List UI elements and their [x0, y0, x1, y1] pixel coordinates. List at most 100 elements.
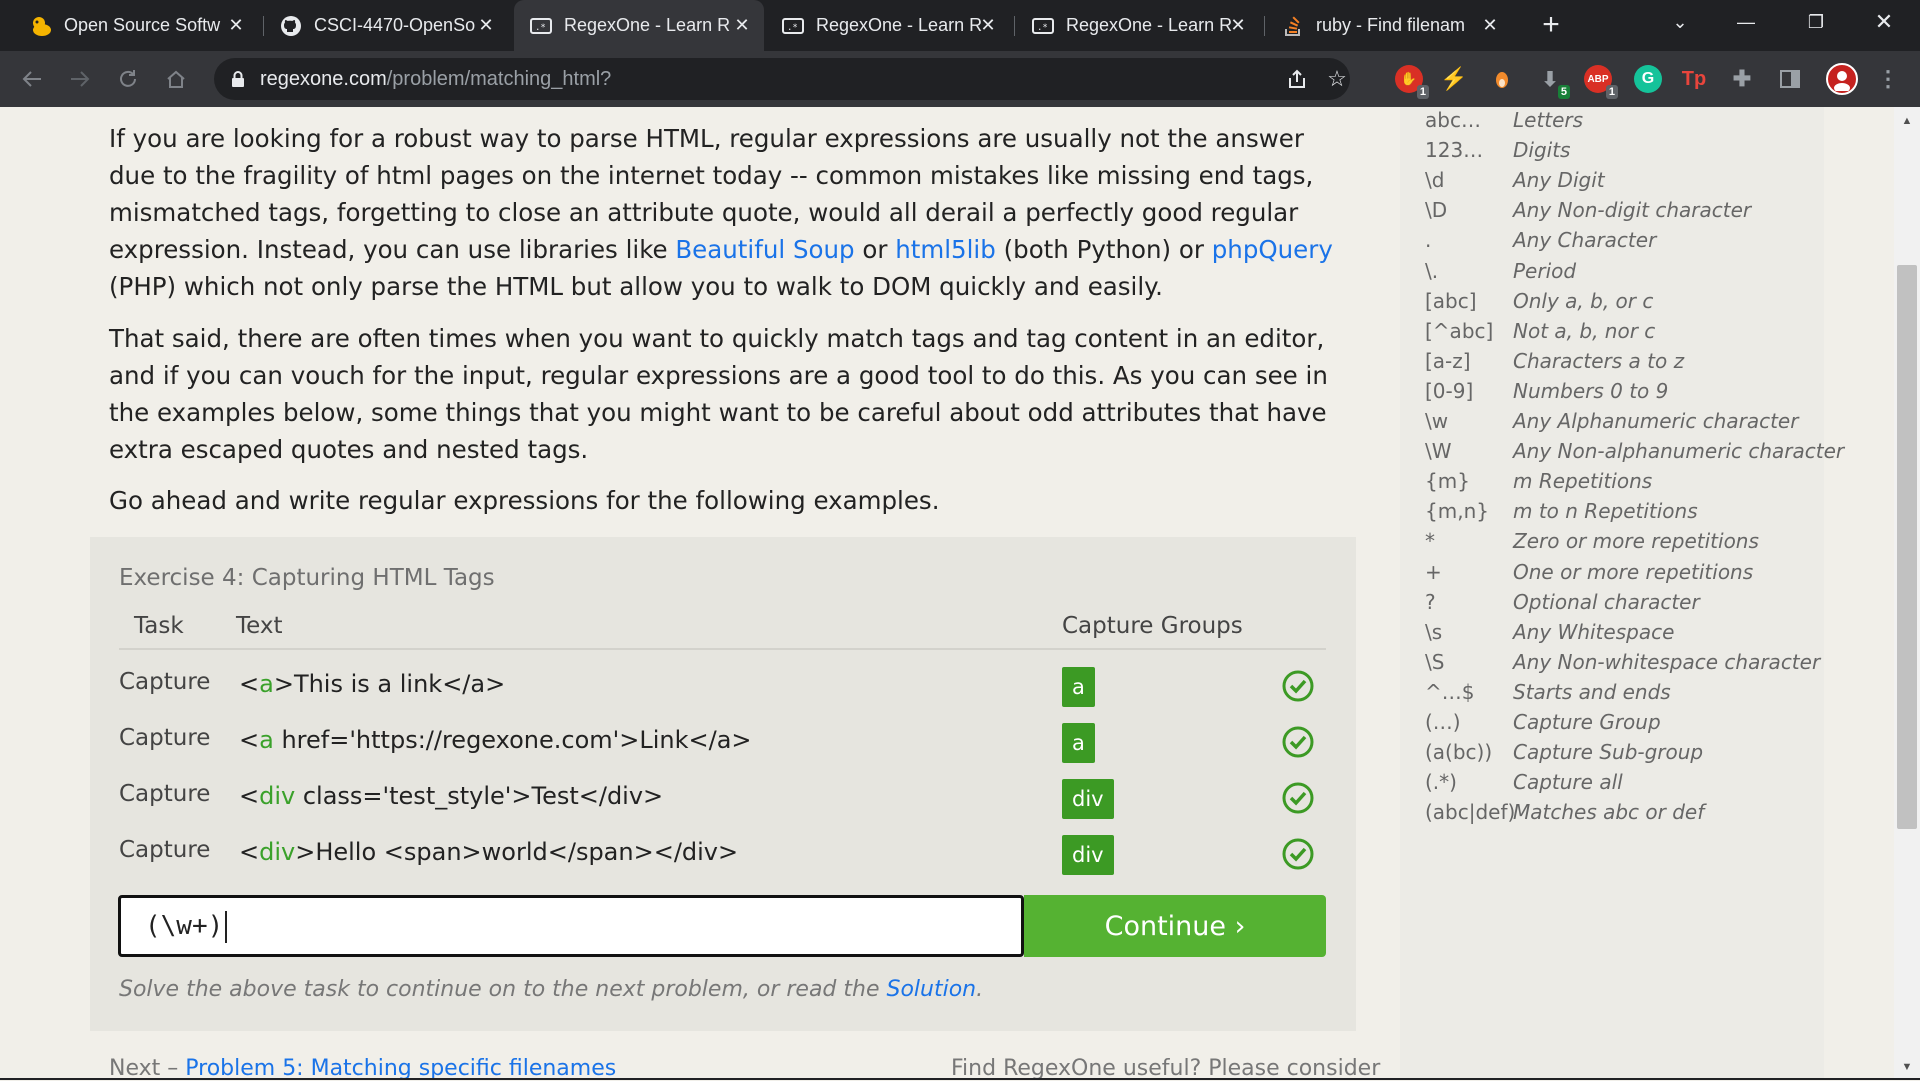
lock-icon[interactable]	[228, 69, 248, 89]
cheatsheet-symbol: ^…$	[1425, 679, 1475, 704]
svg-text:.*: .*	[1037, 23, 1048, 33]
reload-button[interactable]	[110, 61, 146, 97]
task-text: <a>This is a link</a>	[239, 670, 505, 698]
puzzle-extensions-icon[interactable]: ✚	[1728, 65, 1756, 93]
task-label: Capture	[119, 669, 211, 695]
cheatsheet-symbol: ?	[1425, 589, 1436, 614]
cheatsheet-symbol: \w	[1425, 409, 1449, 433]
github-icon	[280, 15, 302, 37]
html5lib-link[interactable]: html5lib	[895, 235, 996, 264]
restore-button[interactable]: ❐	[1786, 0, 1846, 44]
window-close-button[interactable]: ✕	[1854, 0, 1914, 44]
text-highlight: div	[259, 838, 296, 866]
cheatsheet-description: Starts and ends	[1513, 679, 1671, 704]
text-pre: <	[239, 670, 260, 698]
cheatsheet-description: Capture Sub-group	[1513, 740, 1704, 765]
forward-button[interactable]	[62, 61, 98, 97]
text-post: href='https://regexone.com'>Link</a>	[273, 726, 752, 754]
task-text: <a href='https://regexone.com'>Link</a>	[239, 726, 752, 754]
para-text: (PHP) which not only parse the HTML but …	[109, 272, 1163, 301]
address-bar[interactable]: regexone.com/problem/matching_html? ☆	[214, 58, 1350, 100]
capture-group-badge: div	[1062, 835, 1114, 875]
cheatsheet-symbol: [abc]	[1425, 288, 1477, 313]
share-icon[interactable]	[1284, 66, 1310, 92]
beautiful-soup-link[interactable]: Beautiful Soup	[675, 235, 854, 264]
para-text: or	[854, 235, 896, 264]
tab-title: Open Source Softw	[64, 15, 221, 35]
extension-badge: 1	[1605, 85, 1618, 99]
scrollbar-thumb[interactable]	[1897, 265, 1917, 829]
scroll-up-arrow-icon[interactable]: ▲	[1894, 110, 1920, 132]
text-highlight: div	[259, 782, 296, 810]
cheatsheet-description: Capture all	[1513, 770, 1623, 795]
shield-extension-icon[interactable]: ✋ 1	[1395, 65, 1429, 99]
tab-github[interactable]: CSCI-4470-OpenSo ✕	[264, 0, 508, 51]
tab-divider	[1014, 16, 1015, 36]
capture-group-badge: a	[1062, 667, 1095, 707]
phpquery-link[interactable]: phpQuery	[1212, 235, 1333, 264]
scroll-down-arrow-icon[interactable]: ▼	[1894, 1056, 1920, 1078]
close-icon[interactable]: ✕	[976, 13, 1000, 37]
tab-open-source[interactable]: Open Source Softw ✕	[14, 0, 258, 51]
cheatsheet-description: Zero or more repetitions	[1513, 529, 1759, 554]
new-tab-button[interactable]: +	[1534, 8, 1568, 42]
cheatsheet-symbol: +	[1425, 559, 1442, 584]
cheatsheet-symbol: \d	[1425, 168, 1445, 193]
sidepanel-icon[interactable]	[1776, 65, 1804, 93]
cheatsheet-symbol: (abc|def)	[1425, 800, 1516, 825]
tab-regexone-3[interactable]: .* RegexOne - Learn R ✕	[1016, 0, 1260, 51]
close-icon[interactable]: ✕	[730, 13, 754, 37]
check-circle-icon	[1282, 782, 1314, 814]
regexone-icon: .*	[530, 15, 552, 37]
adblock-extension-icon[interactable]: ABP 1	[1584, 65, 1618, 99]
cheatsheet-symbol: (.*)	[1425, 770, 1457, 795]
tab-title: CSCI-4470-OpenSo	[314, 15, 476, 35]
grammarly-extension-icon[interactable]: G	[1634, 65, 1662, 93]
tp-extension-icon[interactable]: Tp	[1680, 65, 1708, 93]
ext-label: ABP	[1587, 73, 1609, 85]
tab-regexone-2[interactable]: .* RegexOne - Learn R ✕	[766, 0, 1010, 51]
more-menu-icon[interactable]: ⋮	[1874, 65, 1902, 93]
answer-value: (\w+)	[145, 911, 224, 941]
back-button[interactable]	[14, 61, 50, 97]
home-button[interactable]	[158, 61, 194, 97]
cheatsheet-symbol: (a(bc))	[1425, 740, 1493, 765]
tab-stackoverflow[interactable]: ruby - Find filenam ✕	[1266, 0, 1512, 51]
continue-button[interactable]: Continue ›	[1024, 895, 1326, 957]
avatar[interactable]	[1826, 63, 1858, 95]
fox-extension-icon[interactable]	[1488, 65, 1516, 93]
cheatsheet-description: Any Alphanumeric character	[1513, 409, 1799, 433]
lightning-extension-icon[interactable]: ⚡	[1440, 65, 1468, 93]
cheatsheet-description: Any Digit	[1513, 168, 1605, 193]
cheatsheet-symbol: 123…	[1425, 138, 1484, 163]
task-text: <div>Hello <span>world</span></div>	[239, 838, 738, 866]
close-icon[interactable]: ✕	[1226, 13, 1250, 37]
cheatsheet-description: Optional character	[1513, 589, 1700, 614]
minimize-button[interactable]: —	[1716, 0, 1776, 44]
cheatsheet-description: Capture Group	[1513, 710, 1661, 734]
close-icon[interactable]: ✕	[474, 13, 498, 37]
tab-regexone-active[interactable]: .* RegexOne - Learn R ✕	[514, 0, 764, 51]
tab-search-button[interactable]: ⌄	[1650, 0, 1710, 44]
back-arrow-icon	[22, 71, 41, 87]
cheatsheet-symbol: (…)	[1425, 710, 1461, 734]
solve-end: .	[976, 977, 984, 1002]
regex-answer-input[interactable]: (\w+)	[118, 895, 1024, 957]
cheatsheet-description: One or more repetitions	[1513, 559, 1754, 584]
text-post: >This is a link</a>	[273, 670, 506, 698]
cheatsheet-symbol: abc…	[1425, 108, 1481, 132]
url-text[interactable]: regexone.com/problem/matching_html?	[260, 68, 611, 91]
regexone-icon: .*	[1032, 15, 1054, 37]
tab-title: RegexOne - Learn R	[564, 15, 731, 35]
capture-group-badge: div	[1062, 779, 1114, 819]
solution-link[interactable]: Solution	[886, 977, 976, 1002]
close-icon[interactable]: ✕	[1478, 13, 1502, 37]
bookmark-star-icon[interactable]: ☆	[1324, 66, 1350, 92]
download-extension-icon[interactable]: ⬇ 5	[1536, 65, 1570, 99]
cheatsheet-description: Any Whitespace	[1513, 619, 1675, 644]
task-label: Capture	[119, 837, 211, 863]
text-pre: <	[239, 726, 260, 754]
ext-label: Tp	[1681, 67, 1707, 90]
cheatsheet-symbol: \s	[1425, 619, 1443, 644]
close-icon[interactable]: ✕	[224, 13, 248, 37]
